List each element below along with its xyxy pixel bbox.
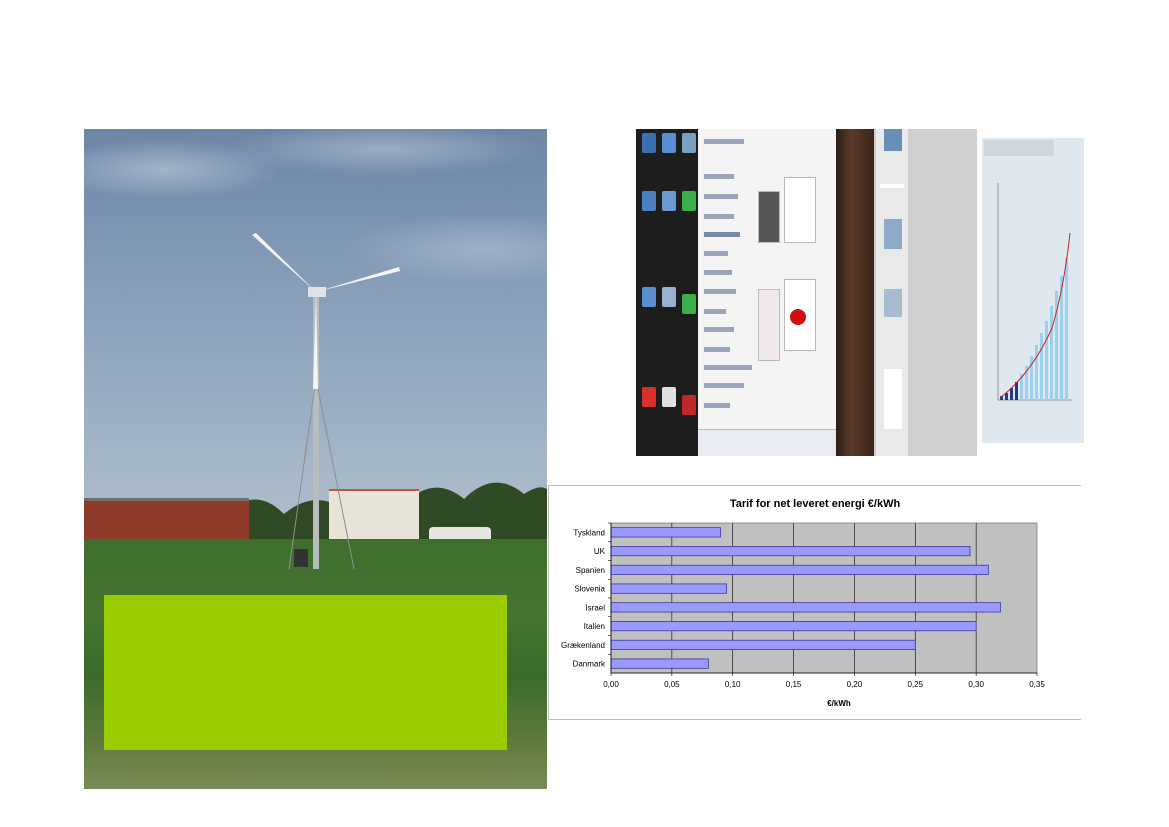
x-tick-label: 0,15	[786, 680, 802, 689]
category-label: Italien	[584, 622, 605, 631]
x-tick-label: 0,00	[603, 680, 619, 689]
x-axis-label: €/kWh	[827, 699, 851, 708]
category-label: Israel	[585, 603, 605, 612]
x-tick-label: 0,30	[968, 680, 984, 689]
document-thumbnails	[876, 129, 908, 456]
tariff-chart-svg: Tarif for net leveret energi €/kWh €/kWh…	[561, 498, 1045, 708]
x-tick-label: 0,05	[664, 680, 680, 689]
screenshot-collage	[636, 129, 977, 456]
bar-spanien	[610, 564, 989, 575]
file-explorer-window	[698, 129, 837, 456]
category-label: Spanien	[576, 566, 605, 575]
x-tick-label: 0,20	[847, 680, 863, 689]
category-label: Grækenland	[561, 641, 605, 650]
x-tick-label: 0,10	[725, 680, 741, 689]
bar-uk	[610, 546, 971, 557]
bar-danmark	[610, 658, 709, 669]
category-label: Tyskland	[573, 528, 605, 537]
bar-israel	[610, 602, 1001, 613]
bar-grækenland	[610, 639, 916, 650]
bar-italien	[610, 621, 977, 632]
bar-tyskland	[610, 527, 721, 538]
plot-area	[610, 522, 1038, 674]
chart-title: Tarif for net leveret energi €/kWh	[730, 498, 901, 510]
bar-slovenia	[610, 583, 727, 594]
category-label: Danmark	[573, 660, 606, 669]
tariff-chart: Tarif for net leveret energi €/kWh €/kWh…	[548, 485, 1081, 720]
desktop-icons-strip	[636, 129, 698, 456]
door-photo	[836, 129, 874, 456]
x-tick-label: 0,35	[1029, 680, 1045, 689]
capacity-chart-thumbnail	[982, 138, 1084, 443]
category-label: Slovenia	[574, 585, 605, 594]
x-tick-label: 0,25	[907, 680, 923, 689]
wind-turbine-photo	[84, 129, 547, 789]
green-text-box	[104, 595, 507, 750]
category-label: UK	[594, 547, 606, 556]
